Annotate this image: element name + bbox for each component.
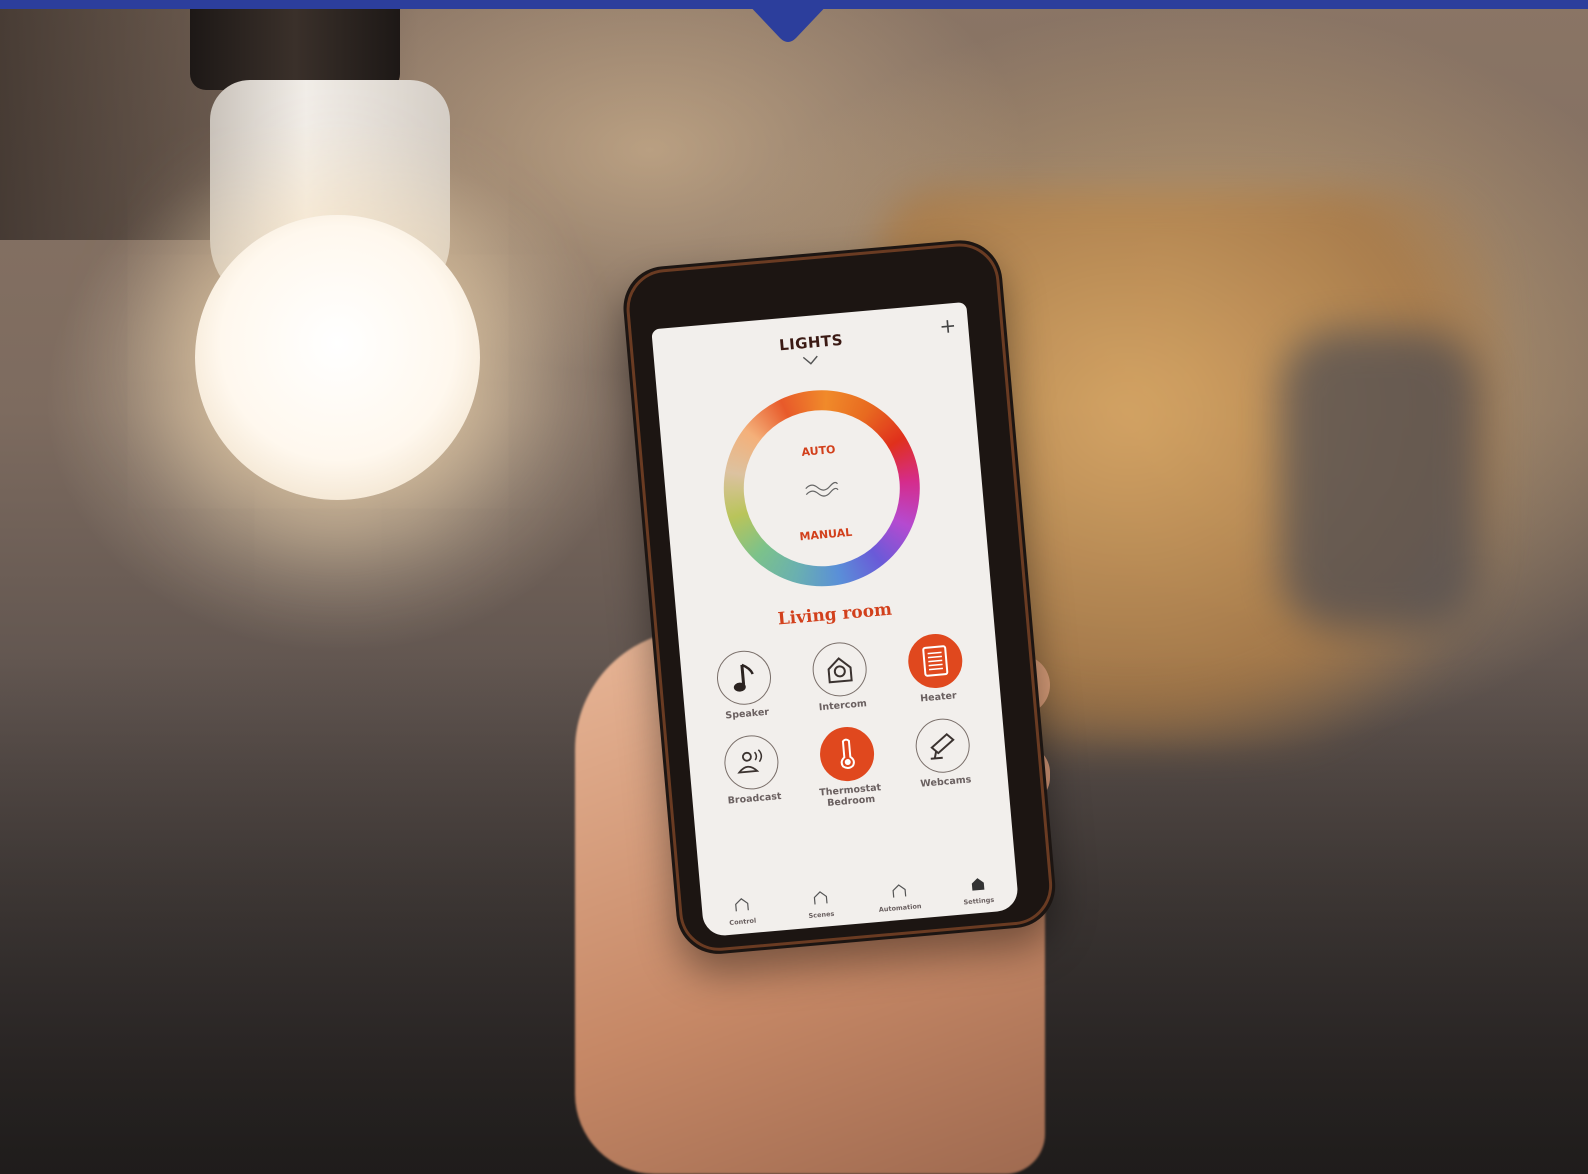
device-tile-button[interactable] xyxy=(714,648,774,707)
thermometer-icon xyxy=(840,738,855,769)
device-tile-button[interactable] xyxy=(913,716,972,775)
heater-icon xyxy=(922,645,949,677)
device-tile-button[interactable] xyxy=(817,724,877,784)
device-label: Intercom xyxy=(818,698,868,714)
device-tile-broadcast[interactable]: Broadcast xyxy=(701,731,804,819)
tab-label: Automation xyxy=(878,902,922,914)
tab-automation[interactable]: Automation xyxy=(868,880,930,914)
mode-manual-button[interactable]: MANUAL xyxy=(748,521,905,548)
device-label: Broadcast xyxy=(727,790,782,807)
banner-notch-icon xyxy=(744,0,832,42)
chevron-down-icon[interactable] xyxy=(802,355,819,366)
broadcast-icon xyxy=(737,749,763,774)
mode-auto-button[interactable]: AUTO xyxy=(740,438,897,465)
device-tile-intercom[interactable]: Intercom xyxy=(789,638,891,715)
background-cushion xyxy=(1280,330,1480,630)
color-wheel[interactable]: AUTO MANUAL xyxy=(715,382,928,595)
device-tile-speaker[interactable]: Speaker xyxy=(694,647,796,724)
glowing-light-bulb xyxy=(195,215,480,500)
device-grid: Speaker Intercom Heater Broadcast Thermo… xyxy=(694,630,995,819)
wave-icon xyxy=(805,481,839,497)
home-outline-icon xyxy=(892,884,906,898)
tab-label: Settings xyxy=(963,895,995,907)
home-outline-icon xyxy=(734,898,749,912)
bottom-tab-bar: Control Scenes Automation Settings xyxy=(699,852,1018,929)
device-tile-webcams[interactable]: Webcams xyxy=(893,715,996,803)
home-outline-icon xyxy=(813,891,828,905)
music-note-icon xyxy=(733,663,754,692)
phone-screen: LIGHTS + AUTO MANUAL Living room Speaker… xyxy=(651,301,1020,938)
tab-settings[interactable]: Settings xyxy=(947,874,1009,908)
device-tile-heater[interactable]: Heater xyxy=(885,630,987,707)
tab-scenes[interactable]: Scenes xyxy=(789,887,851,921)
webcam-icon xyxy=(930,732,955,760)
intercom-icon xyxy=(827,657,853,684)
tab-control[interactable]: Control xyxy=(711,894,773,928)
device-label: Heater xyxy=(919,690,958,705)
device-tile-button[interactable] xyxy=(810,640,869,699)
add-button[interactable]: + xyxy=(938,313,957,338)
home-filled-icon xyxy=(971,878,984,891)
device-label: Speaker xyxy=(724,706,770,722)
lamp-socket xyxy=(190,0,400,90)
tab-label: Control xyxy=(729,916,757,927)
room-name: Living room xyxy=(776,599,893,630)
device-label: Thermostat Bedroom xyxy=(818,782,882,809)
device-tile-thermostat[interactable]: Thermostat Bedroom xyxy=(797,723,900,811)
device-label: Webcams xyxy=(919,774,972,790)
tab-label: Scenes xyxy=(808,909,835,921)
color-wheel-center: AUTO MANUAL xyxy=(737,403,907,573)
device-tile-button[interactable] xyxy=(722,733,781,792)
device-tile-button[interactable] xyxy=(906,631,965,691)
smartphone: LIGHTS + AUTO MANUAL Living room Speaker… xyxy=(620,236,1059,958)
